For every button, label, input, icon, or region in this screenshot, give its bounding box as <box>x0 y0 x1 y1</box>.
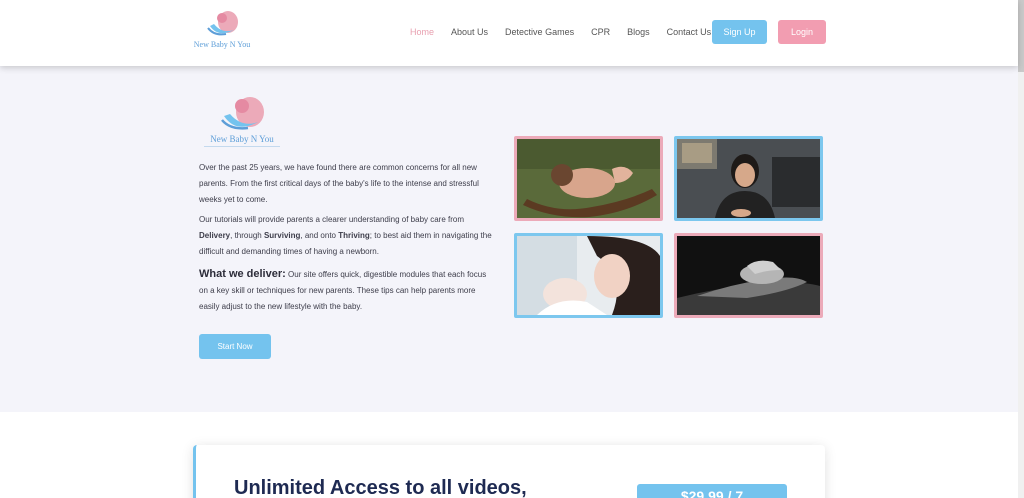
site-logo[interactable]: New Baby N You <box>192 8 252 52</box>
signup-button[interactable]: Sign Up <box>712 20 767 44</box>
start-now-button[interactable]: Start Now <box>199 334 271 359</box>
baby-logo-icon <box>221 97 264 130</box>
nav-about-us[interactable]: About Us <box>451 20 488 44</box>
site-header: New Baby N You Home About Us Detective G… <box>0 0 1018 66</box>
hero-logo: New Baby N You <box>200 94 284 150</box>
hero-section: New Baby N You Over the past 25 years, w… <box>0 66 1018 412</box>
pricing-button[interactable]: $29.99 / 7 <box>637 484 787 498</box>
pricing-card: Unlimited Access to all videos, $29.99 /… <box>193 445 825 498</box>
nav-contact-us[interactable]: Contact Us <box>667 20 712 44</box>
photo-instructor-video <box>674 136 823 221</box>
baby-logo-icon <box>207 11 238 36</box>
logo-text: New Baby N You <box>193 40 251 49</box>
logo-text: New Baby N You <box>210 134 274 144</box>
tutorials-text: , through <box>230 231 264 240</box>
page-scrollbar[interactable] <box>1018 0 1024 498</box>
nav-detective-games[interactable]: Detective Games <box>505 20 574 44</box>
pricing-section: Unlimited Access to all videos, $29.99 /… <box>0 412 1018 498</box>
deliver-paragraph: What we deliver: Our site offers quick, … <box>199 266 495 315</box>
delivery-term: Delivery <box>199 231 231 240</box>
photo-baby-in-hands <box>514 136 663 221</box>
scrollbar-thumb[interactable] <box>1018 0 1024 72</box>
tutorials-paragraph: Our tutorials will provide parents a cle… <box>199 212 495 260</box>
nav-home[interactable]: Home <box>410 20 434 44</box>
surviving-term: Surviving <box>263 231 301 240</box>
nav-blogs[interactable]: Blogs <box>627 20 650 44</box>
pricing-title: Unlimited Access to all videos, <box>234 477 527 498</box>
main-nav: Home About Us Detective Games CPR Blogs … <box>410 20 728 44</box>
deliver-heading: What we deliver: <box>199 268 286 280</box>
logo-underline <box>204 146 280 147</box>
photo-mother-baby <box>514 233 663 318</box>
login-button[interactable]: Login <box>778 20 826 44</box>
intro-paragraph: Over the past 25 years, we have found th… <box>199 163 479 204</box>
tutorials-text: , and onto <box>300 231 339 240</box>
nav-cpr[interactable]: CPR <box>591 20 610 44</box>
thriving-term: Thriving <box>338 231 370 240</box>
tutorials-text: Our tutorials will provide parents a cle… <box>199 215 465 224</box>
photo-hands-holding <box>674 233 823 318</box>
